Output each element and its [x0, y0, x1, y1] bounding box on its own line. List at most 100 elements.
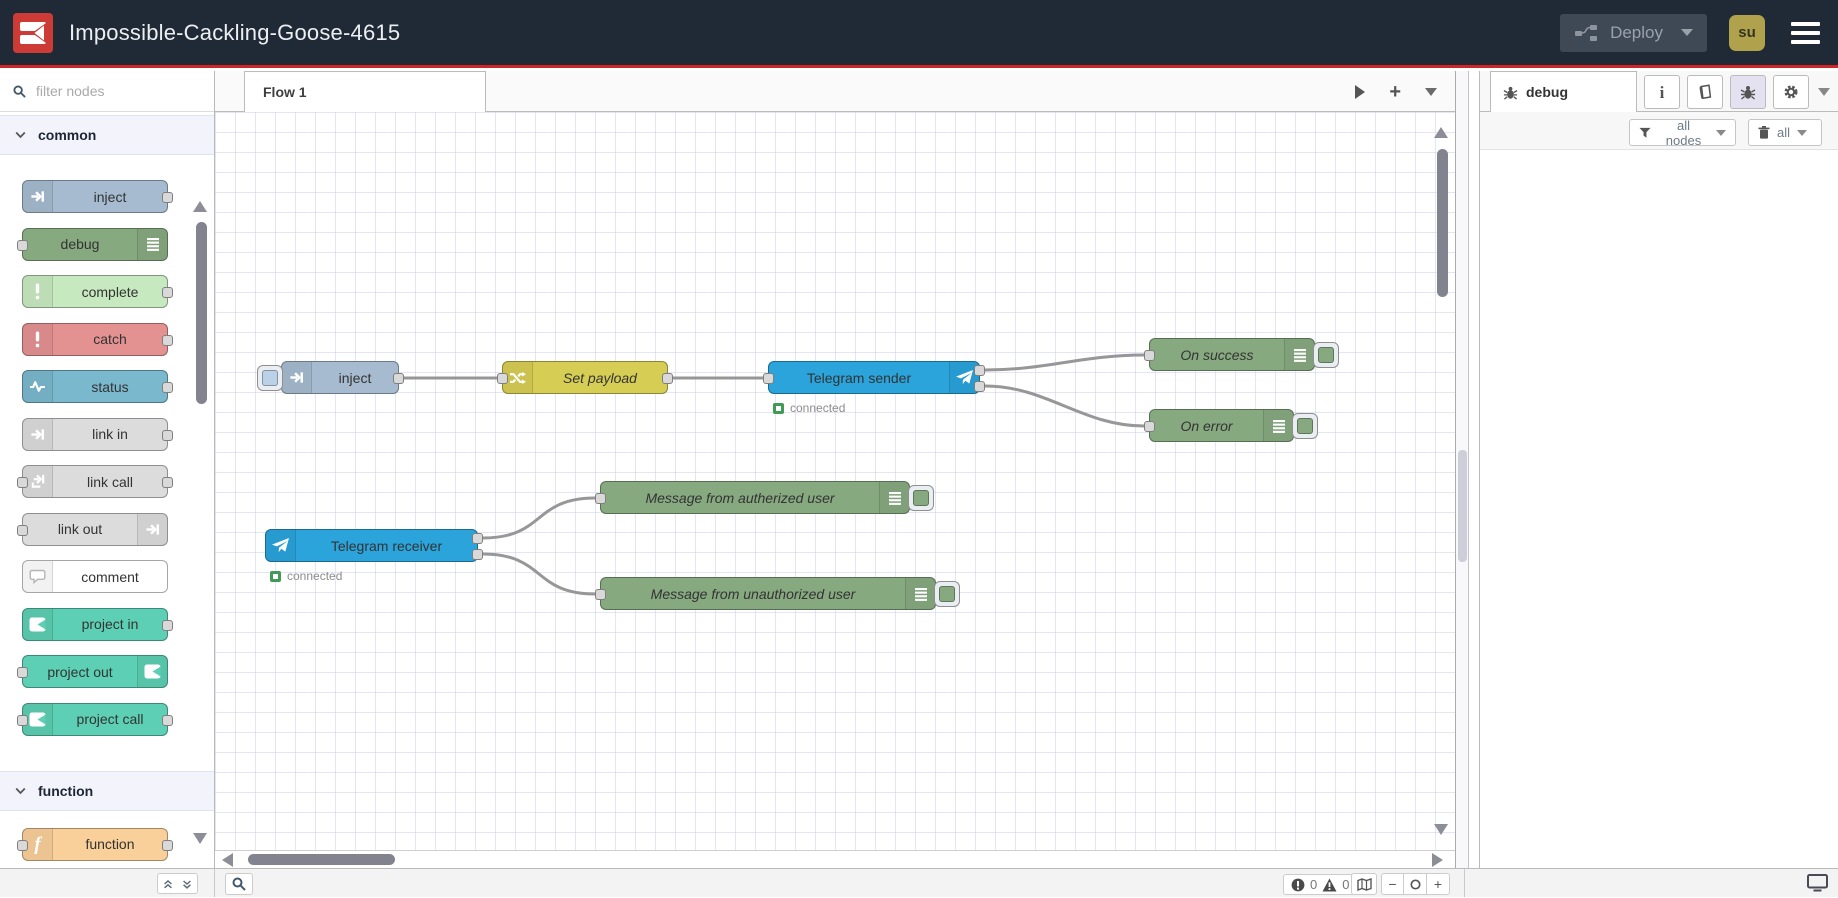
debug-toggle-button[interactable]	[1292, 412, 1318, 439]
canvas-scroll-down-arrow[interactable]	[1434, 824, 1448, 835]
node-output-port[interactable]	[472, 533, 483, 544]
inject-button[interactable]	[257, 364, 283, 391]
palette-node-function[interactable]: f function	[17, 827, 173, 861]
deploy-button[interactable]: Deploy	[1560, 13, 1707, 52]
main-menu-button[interactable]	[1787, 18, 1824, 48]
flow-canvas[interactable]: inject Set payload Telegram sender connecte…	[215, 112, 1455, 850]
wire-telegram-sender-to-on-error[interactable]	[984, 384, 1145, 428]
palette-collapse-all-button[interactable]	[157, 873, 178, 894]
node-input-port[interactable]	[1144, 350, 1155, 361]
tab-debug[interactable]: debug	[1490, 71, 1637, 112]
notification-counts[interactable]: 0 0	[1283, 874, 1358, 895]
palette-node-project-in[interactable]: project in	[22, 607, 173, 641]
palette-node-link-call[interactable]: link call	[17, 465, 173, 498]
palette-node-link-in[interactable]: link in	[22, 417, 173, 451]
node-output-port[interactable]	[162, 334, 173, 346]
flow-node-msg-auth[interactable]: Message from autherized user	[595, 481, 934, 514]
palette-node-status[interactable]: status	[22, 370, 173, 403]
zoom-out-button[interactable]: −	[1381, 873, 1404, 895]
flow-node-telegram-sender[interactable]: Telegram sender connected	[763, 361, 985, 415]
canvas-scroll-left-arrow[interactable]	[222, 853, 233, 867]
node-input-port[interactable]	[595, 589, 606, 600]
event-log-button[interactable]	[1807, 874, 1828, 898]
wire-telegram-receiver-to-msg-auth[interactable]	[482, 496, 596, 540]
flow-node-telegram-receiver[interactable]: Telegram receiver connected	[265, 529, 483, 583]
palette-node-catch[interactable]: catch	[22, 322, 173, 356]
wire-telegram-receiver-to-msg-unauth[interactable]	[482, 552, 596, 596]
palette-node-complete[interactable]: complete	[22, 275, 173, 308]
user-avatar[interactable]: su	[1729, 14, 1765, 51]
node-output-port[interactable]	[162, 382, 173, 393]
palette-node-comment[interactable]: comment	[22, 560, 168, 593]
node-input-port[interactable]	[1144, 421, 1155, 432]
flow-node-inject[interactable]: inject	[257, 361, 404, 394]
palette-node-debug[interactable]: debug	[17, 227, 168, 261]
wire-telegram-sender-to-on-success[interactable]	[984, 353, 1145, 372]
node-output-port[interactable]	[974, 365, 985, 376]
palette-node-project-out[interactable]: project out	[17, 655, 168, 688]
node-output-port[interactable]	[662, 373, 673, 384]
debug-toggle-button[interactable]	[934, 580, 960, 607]
sidebar-config-button[interactable]	[1773, 75, 1809, 109]
debug-toggle-button[interactable]	[1313, 341, 1339, 368]
flow-node-on-error[interactable]: On error	[1144, 409, 1318, 442]
tab-scroll-right-icon[interactable]	[1355, 84, 1366, 99]
node-input-port[interactable]	[595, 493, 606, 504]
sidebar-splitter[interactable]	[1455, 71, 1469, 868]
palette-scroll-down-arrow[interactable]	[193, 833, 207, 844]
navigator-button[interactable]	[1351, 873, 1377, 895]
search-flows-button[interactable]	[225, 873, 253, 895]
palette-scrollbar-thumb[interactable]	[196, 222, 207, 404]
node-input-port[interactable]	[17, 839, 28, 851]
node-output-port[interactable]	[162, 477, 173, 488]
palette-expand-all-button[interactable]	[177, 873, 198, 894]
node-output-port[interactable]	[162, 287, 173, 298]
node-output-port[interactable]	[162, 714, 173, 726]
palette-category-common[interactable]: common	[0, 115, 214, 155]
node-output-port[interactable]	[162, 839, 173, 851]
debug-clear-button[interactable]: all	[1748, 119, 1822, 146]
node-output-port[interactable]	[393, 373, 404, 384]
palette-node-label: status	[91, 378, 129, 395]
canvas-hscrollbar-thumb[interactable]	[248, 854, 395, 865]
flow-node-set-payload[interactable]: Set payload	[497, 361, 673, 394]
zoom-in-button[interactable]: +	[1427, 873, 1450, 895]
flow-node-on-success[interactable]: On success	[1144, 338, 1339, 371]
canvas-scroll-up-arrow[interactable]	[1434, 127, 1448, 138]
flow-tab[interactable]: Flow 1	[244, 71, 486, 112]
splitter-scrollbar-thumb[interactable]	[1458, 450, 1467, 562]
node-output-port[interactable]	[162, 619, 173, 631]
palette-node-project-call[interactable]: project call	[17, 702, 173, 736]
palette-category-function[interactable]: function	[0, 770, 214, 811]
node-output-port[interactable]	[472, 549, 483, 560]
canvas-vscrollbar-thumb[interactable]	[1437, 149, 1448, 297]
palette-filter-input[interactable]	[34, 82, 184, 100]
add-flow-button[interactable]: +	[1389, 82, 1401, 102]
node-input-port[interactable]	[17, 667, 28, 678]
palette-node-inject[interactable]: inject	[22, 180, 173, 213]
debug-filter-button[interactable]: all nodes	[1629, 118, 1736, 148]
sidebar-debug-button[interactable]	[1730, 75, 1766, 109]
palette-search[interactable]	[0, 71, 214, 112]
node-input-port[interactable]	[17, 477, 28, 488]
node-input-port[interactable]	[17, 714, 28, 726]
sidebar-help-button[interactable]	[1687, 75, 1723, 109]
node-input-port[interactable]	[17, 524, 28, 536]
zoom-reset-button[interactable]	[1404, 873, 1427, 895]
node-input-port[interactable]	[763, 373, 774, 384]
node-input-port[interactable]	[17, 239, 28, 251]
palette-scroll-up-arrow[interactable]	[193, 201, 207, 212]
deploy-options-caret-icon[interactable]	[1681, 29, 1693, 36]
palette-node-link-out[interactable]: link out	[17, 512, 168, 546]
node-output-port[interactable]	[162, 192, 173, 203]
deploy-icon	[1574, 24, 1598, 42]
flow-list-button[interactable]	[1425, 87, 1437, 96]
debug-toggle-button[interactable]	[908, 484, 934, 511]
node-input-port[interactable]	[497, 373, 508, 384]
sidebar-more-tabs-caret[interactable]	[1818, 88, 1830, 96]
sidebar-info-button[interactable]: i	[1644, 75, 1680, 109]
node-output-port[interactable]	[974, 381, 985, 392]
canvas-scroll-right-arrow[interactable]	[1432, 853, 1443, 867]
flow-node-msg-unauth[interactable]: Message from unauthorized user	[595, 577, 960, 610]
node-output-port[interactable]	[162, 429, 173, 441]
